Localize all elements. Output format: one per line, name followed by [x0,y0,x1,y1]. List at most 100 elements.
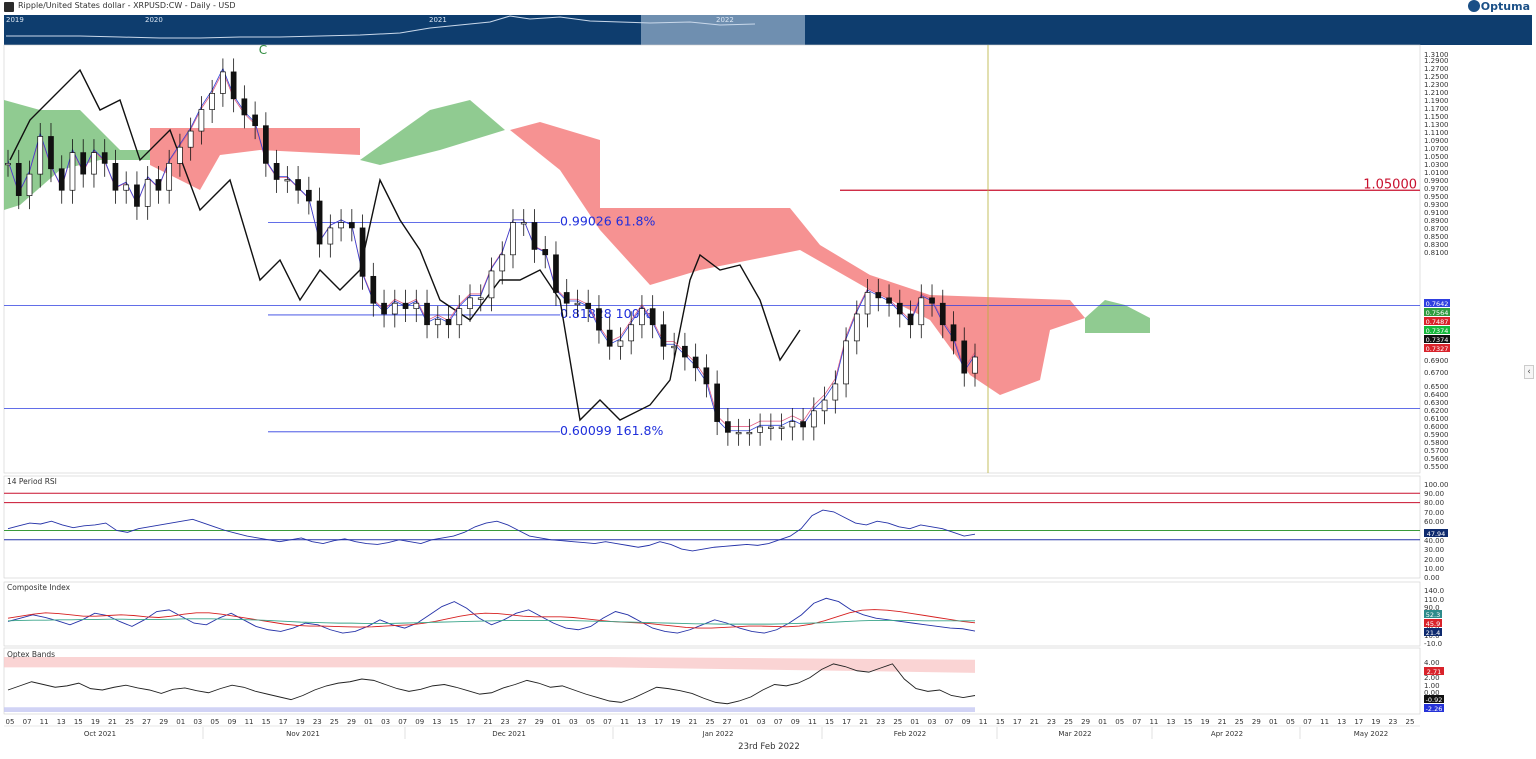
rsi-title: 14 Period RSI [7,477,57,486]
candle-body [15,163,22,196]
x-axis-day-tick: 11 [808,718,817,726]
x-axis-day-tick: 29 [1252,718,1261,726]
price-badge-label: 0.7564 [1426,309,1449,317]
candle-body [896,302,903,315]
candle-body [875,292,882,299]
x-axis-day-tick: 23 [876,718,885,726]
candle-body [80,152,87,175]
ichimoku-cloud-bullish [4,100,150,210]
price-axis-tick: 0.8700 [1424,225,1449,233]
app-menu-icon[interactable] [4,2,14,12]
candle-body [520,222,527,225]
price-axis-tick: 1.1900 [1424,97,1449,105]
rsi-axis-tick: 30.00 [1424,546,1444,554]
x-axis-day-tick: 25 [706,718,715,726]
composite-title: Composite Index [7,583,71,592]
composite-series-line [7,618,975,625]
candle-body [370,275,377,304]
candle-body [26,173,33,196]
price-axis-tick: 1.0300 [1424,161,1449,169]
trading-chart: 2019 2020 2021 2022 0.99026 61.8% 0.81828… [3,15,1532,752]
candle-body [69,152,76,191]
composite-value-label: 52.3 [1426,611,1440,619]
candle-body [574,302,581,306]
candle-body [542,249,549,256]
x-axis-day-tick: 21 [1218,718,1227,726]
candle-body [596,308,602,331]
x-axis-month-label: Oct 2021 [84,730,116,738]
x-axis-day-tick: 03 [569,718,578,726]
x-axis-day-tick: 25 [125,718,134,726]
x-axis-day-tick: 29 [535,718,544,726]
x-axis-day-tick: 27 [142,718,151,726]
candle-body [123,184,130,191]
candle-body [144,179,151,207]
x-axis-day-tick: 19 [296,718,305,726]
candle-body [649,308,656,326]
x-axis-day-tick: 15 [74,718,83,726]
x-axis-day-tick: 29 [347,718,356,726]
candle-body [445,319,452,326]
optuma-logo-icon [1467,0,1480,12]
x-axis-day-tick: 01 [910,718,919,726]
candle-body [671,345,678,349]
price-axis-tick: 1.2900 [1424,57,1449,65]
x-axis-day-tick: 17 [1013,718,1022,726]
candle-body [37,136,44,175]
candle-body [456,308,463,326]
price-axis-tick: 0.8900 [1424,217,1449,225]
candle-body [682,345,688,358]
brand-name: Optuma [1480,0,1530,13]
x-axis-day-tick: 25 [330,718,339,726]
candle-body [639,308,645,326]
price-axis-tick: 0.5500 [1424,463,1449,471]
candle-body [606,329,613,347]
x-axis-day-tick: 09 [962,718,971,726]
composite-series-line [7,597,976,634]
rsi-value-label: 47.94 [1427,530,1446,538]
ichimoku-cloud-bullish [1085,300,1150,333]
rsi-axis-tick: 70.00 [1424,509,1444,517]
candle-body [284,179,291,182]
x-axis-day-tick: 01 [364,718,373,726]
price-axis-tick: 0.9900 [1424,177,1449,185]
price-axis-tick: 0.5900 [1424,431,1449,439]
composite-series-line [7,609,976,629]
collapse-panel-chevron-icon[interactable]: ‹ [1524,365,1534,379]
candle-body [714,383,720,422]
candle-body [725,421,731,433]
navigator-year-label: 2020 [145,16,163,24]
candle-body [295,179,301,191]
x-axis-day-tick: 19 [91,718,100,726]
x-axis-day-tick: 13 [637,718,646,726]
brand-logo: Optuma [1467,0,1530,13]
candle-body [91,152,97,175]
price-axis-tick: 0.6000 [1424,423,1449,431]
price-badge-label: 0.7487 [1426,318,1449,326]
x-axis-day-tick: 21 [859,718,868,726]
price-axis-tick: 1.0500 [1424,153,1449,161]
price-axis-tick: 0.5800 [1424,439,1449,447]
price-axis-tick: 0.6700 [1424,369,1449,377]
x-axis-day-tick: 23 [1047,718,1056,726]
candle-body [628,324,635,342]
candle-body [789,421,796,428]
x-axis-day-tick: 03 [757,718,766,726]
candle-body [843,340,849,385]
price-badge-label: 0.7374 [1426,327,1449,335]
date-label: 23rd Feb 2022 [738,742,800,752]
optex-value-label: 2.71 [1427,668,1441,676]
x-axis-day-tick: 07 [1303,718,1312,726]
x-axis-month-label: Jan 2022 [702,730,734,738]
candle-body [177,146,183,164]
x-axis-day-tick: 09 [415,718,424,726]
chart-title: Ripple/United States dollar - XRPUSD:CW … [18,1,236,10]
rsi-axis-tick: 0.00 [1424,574,1440,582]
candle-body [961,340,968,374]
rsi-axis-tick: 90.00 [1424,490,1444,498]
candle-body [757,426,763,433]
x-axis-day-tick: 05 [1115,718,1124,726]
candle-body [768,426,774,429]
price-axis-tick: 0.5700 [1424,447,1449,455]
candle-body [359,227,366,277]
